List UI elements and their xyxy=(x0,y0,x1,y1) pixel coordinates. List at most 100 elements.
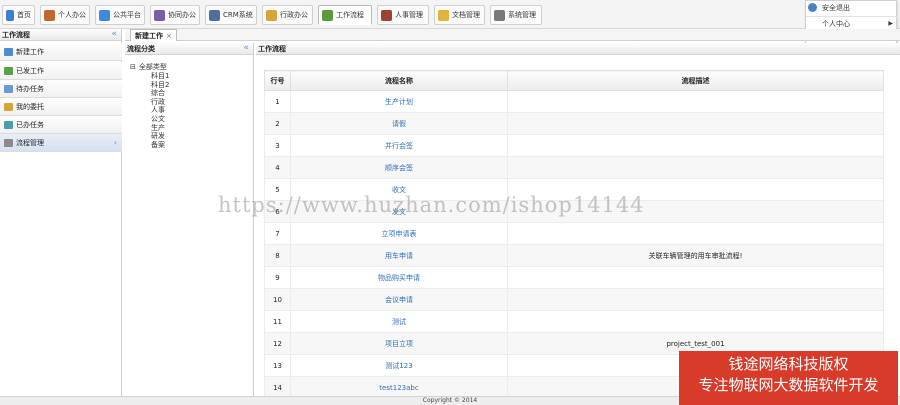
nav-tab-label: 个人办公 xyxy=(58,11,86,19)
nav-tab-icon xyxy=(322,9,333,21)
cell-name[interactable]: 物品购买申请 xyxy=(290,266,508,289)
nav-tab-label: 工作流程 xyxy=(336,11,364,19)
collapse-category-icon[interactable]: « xyxy=(243,43,249,54)
sidebar-item-delegation[interactable]: 我的委托 xyxy=(0,98,122,116)
cell-desc xyxy=(507,90,884,113)
workflow-table: 行号 流程名称 流程描述 1 生产计划 2 请假 3 并行会签 4 顺序会签 5 收文 6 发文 7 立项… xyxy=(264,70,884,399)
logout-icon xyxy=(808,3,817,12)
folder-icon xyxy=(4,66,13,75)
cell-name[interactable]: 会议申请 xyxy=(290,288,508,311)
collapse-left-icon[interactable]: « xyxy=(111,29,117,40)
cell-desc xyxy=(507,310,884,333)
cell-desc: 关联车辆管理的用车审批流程! xyxy=(507,244,884,267)
cell-desc xyxy=(507,112,884,135)
folder-icon xyxy=(4,84,13,93)
menu-item-label: 安全退出 xyxy=(822,4,850,12)
table-row[interactable]: 3 并行会签 xyxy=(264,134,884,157)
nav-tab-icon xyxy=(438,9,449,21)
category-panel: 流程分类 « ⊟ 全部类型 科目1 科目2 综合 行政 人事 公文 生产 研发 备案 xyxy=(125,43,254,396)
cell-name[interactable]: 项目立项 xyxy=(290,332,508,355)
cell-name[interactable]: 用车申请 xyxy=(290,244,508,267)
cell-name[interactable]: 生产计划 xyxy=(290,90,508,113)
cell-num: 13 xyxy=(264,354,291,377)
nav-tab-4[interactable]: CRM系统 xyxy=(205,5,257,25)
nav-tab-8[interactable]: 文档管理 xyxy=(434,5,485,25)
nav-tab-5[interactable]: 行政办公 xyxy=(262,5,313,25)
nav-tab-label: 人事管理 xyxy=(395,11,423,19)
cell-num: 10 xyxy=(264,288,291,311)
tree-toggle-icon[interactable]: ⊟ xyxy=(130,63,136,71)
menu-item-profile[interactable]: 个人中心 ▶ xyxy=(806,16,898,30)
cell-name[interactable]: 立项申请表 xyxy=(290,222,508,245)
table-row[interactable]: 4 顺序会签 xyxy=(264,156,884,179)
cell-name[interactable]: 请假 xyxy=(290,112,508,135)
sidebar-item-label: 已发工作 xyxy=(16,66,44,75)
table-row[interactable]: 11 测试 xyxy=(264,310,884,333)
sidebar-item-label: 已办任务 xyxy=(16,120,44,129)
sidebar-item-sent-work[interactable]: 已发工作 xyxy=(0,62,122,80)
cell-num: 7 xyxy=(264,222,291,245)
left-panel: 工作流程 « 新建工作已发工作待办任务我的委托已办任务流程管理 › xyxy=(0,29,122,396)
copyright-badge: 钱途网络科技版权 专注物联网大数据软件开发 xyxy=(679,351,898,405)
table-row[interactable]: 2 请假 xyxy=(264,112,884,135)
cell-desc xyxy=(507,222,884,245)
main-panel-header: 工作流程 xyxy=(256,43,900,55)
nav-tab-icon xyxy=(44,9,55,21)
table-row[interactable]: 8 用车申请 关联车辆管理的用车审批流程! xyxy=(264,244,884,267)
cell-num: 4 xyxy=(264,156,291,179)
folder-icon xyxy=(4,102,13,111)
close-tab-icon[interactable]: × xyxy=(166,32,172,40)
cell-name[interactable]: 测试123 xyxy=(290,354,508,377)
nav-tab-label: 文档管理 xyxy=(452,11,480,19)
nav-tab-6[interactable]: 工作流程 xyxy=(318,5,372,25)
sidebar-item-label: 我的委托 xyxy=(16,102,44,111)
nav-tab-label: 行政办公 xyxy=(280,11,308,19)
sidebar-item-flow-manage[interactable]: 流程管理 › xyxy=(0,134,122,152)
top-nav-bar: 首页 个人办公 公共平台 协同办公 CRM系统 行政办公 工作流程 人事管理 文档管理 系统管理 xyxy=(0,0,900,29)
tree-node-8[interactable]: 备案 xyxy=(151,140,165,150)
table-row[interactable]: 9 物品购买申请 xyxy=(264,266,884,289)
folder-icon xyxy=(4,120,13,129)
table-row[interactable]: 1 生产计划 xyxy=(264,90,884,113)
sidebar-item-todo[interactable]: 待办任务 xyxy=(0,80,122,98)
column-header-num[interactable]: 行号 xyxy=(264,70,291,91)
nav-tab-icon xyxy=(381,9,392,21)
nav-tab-label: 公共平台 xyxy=(113,11,141,19)
nav-tab-9[interactable]: 系统管理 xyxy=(490,5,542,25)
nav-tab-3[interactable]: 协同办公 xyxy=(150,5,200,25)
column-header-desc[interactable]: 流程描述 xyxy=(507,70,884,91)
menu-item-logout[interactable]: 安全退出 xyxy=(806,1,898,15)
main-content: 工作流程 行号 流程名称 流程描述 1 生产计划 2 请假 3 并行会签 4 顺序会签 5 收文 6… xyxy=(256,43,900,399)
nav-tab-icon xyxy=(154,9,165,21)
cell-num: 9 xyxy=(264,266,291,289)
table-header-row: 行号 流程名称 流程描述 xyxy=(264,70,884,91)
left-panel-header: 工作流程 « xyxy=(0,29,121,41)
cell-num: 11 xyxy=(264,310,291,333)
tree-node-label: 全部类型 xyxy=(138,63,167,71)
cell-name[interactable]: 测试 xyxy=(290,310,508,333)
menu-item-label: 个人中心 xyxy=(822,19,850,28)
watermark-url: https://www.huzhan.com/ishop14144 xyxy=(218,193,645,217)
tab-new-work[interactable]: 新建工作 × xyxy=(130,29,177,41)
nav-tab-icon xyxy=(99,9,110,21)
sidebar-item-label: 新建工作 xyxy=(16,47,44,56)
nav-tab-icon xyxy=(6,9,14,21)
nav-tab-0[interactable]: 首页 xyxy=(2,5,35,25)
cell-desc xyxy=(507,156,884,179)
sidebar-item-done[interactable]: 已办任务 xyxy=(0,116,122,134)
nav-tab-2[interactable]: 公共平台 xyxy=(95,5,145,25)
badge-line-1: 钱途网络科技版权 xyxy=(728,355,849,373)
sidebar-item-new-work[interactable]: 新建工作 xyxy=(0,43,122,61)
folder-icon xyxy=(4,138,13,147)
cell-num: 12 xyxy=(264,332,291,355)
table-row[interactable]: 7 立项申请表 xyxy=(264,222,884,245)
column-header-name[interactable]: 流程名称 xyxy=(290,70,508,91)
sidebar-item-label: 流程管理 xyxy=(16,138,44,147)
cell-name[interactable]: 并行会签 xyxy=(290,134,508,157)
nav-tab-7[interactable]: 人事管理 xyxy=(377,5,429,25)
table-row[interactable]: 10 会议申请 xyxy=(264,288,884,311)
nav-tab-1[interactable]: 个人办公 xyxy=(40,5,90,25)
tab-label: 新建工作 xyxy=(135,31,163,40)
cell-name[interactable]: 顺序会签 xyxy=(290,156,508,179)
nav-tab-label: 首页 xyxy=(17,11,31,19)
